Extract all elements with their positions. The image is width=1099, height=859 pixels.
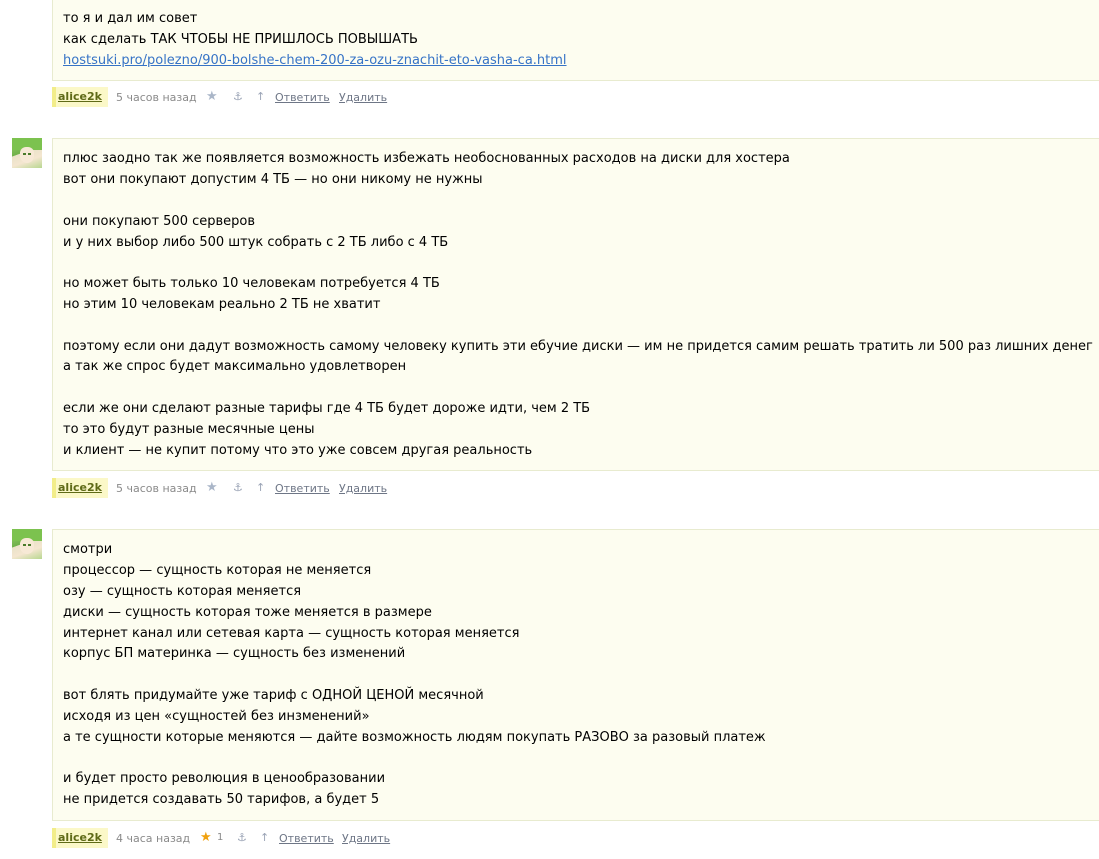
comment-line: поэтому если они дадут возможность самом…	[63, 339, 1093, 354]
arrow-up-icon[interactable]: ↑	[260, 831, 269, 844]
arrow-up-icon[interactable]: ↑	[256, 481, 265, 494]
arrow-up-icon[interactable]: ↑	[256, 90, 265, 103]
delete-button[interactable]: Удалить	[342, 832, 390, 845]
comment-line: и будет просто революция в ценообразован…	[63, 771, 386, 786]
star-icon[interactable]: ★	[206, 89, 218, 104]
comment-line: не придется создавать 50 тарифов, а буде…	[63, 792, 380, 807]
comment-line: вот блять придумайте уже тариф с ОДНОЙ Ц…	[63, 688, 484, 703]
star-count: 1	[217, 832, 224, 843]
comment-time: 4 часа назад	[116, 832, 191, 845]
comment-line: то это будут разные месячные цены	[63, 422, 315, 437]
username-link[interactable]: alice2k	[52, 87, 108, 107]
comment-line: а те сущности которые меняются — дайте в…	[63, 730, 766, 745]
comment-line: корпус БП материнка — сущность без измен…	[63, 646, 406, 661]
comment-line: смотри	[63, 542, 113, 557]
star-icon[interactable]: ★	[200, 830, 212, 845]
comment-line: hostsuki.pro/polezno/900-bolshe-chem-200…	[63, 53, 567, 68]
reply-button[interactable]: Ответить	[279, 832, 334, 845]
reply-button[interactable]: Ответить	[275, 482, 330, 495]
delete-button[interactable]: Удалить	[339, 482, 387, 495]
comment-line: вот они покупают допустим 4 ТБ — но они …	[63, 172, 483, 187]
comment-time: 5 часов назад	[116, 482, 197, 495]
anchor-icon[interactable]: ⚓	[233, 481, 243, 494]
comment-line: но может быть только 10 человекам потреб…	[63, 276, 440, 291]
comment-meta: alice2k 4 часа назад ★ 1 ⚓ ↑ Ответить Уд…	[52, 828, 652, 848]
avatar[interactable]	[12, 529, 42, 559]
star-icon[interactable]: ★	[206, 480, 218, 495]
comment-body: то я и дал им совет как сделать ТАК ЧТОБ…	[52, 0, 1099, 81]
comment-line: процессор — сущность которая не меняется	[63, 563, 372, 578]
comment-body: плюс заодно так же появляется возможност…	[52, 138, 1099, 471]
comment-line: но этим 10 человекам реально 2 ТБ не хва…	[63, 297, 381, 312]
reply-button[interactable]: Ответить	[275, 91, 330, 104]
comment-time: 5 часов назад	[116, 91, 197, 104]
avatar[interactable]	[12, 138, 42, 168]
comment-body: смотри процессор — сущность которая не м…	[52, 529, 1099, 821]
comment-meta: alice2k 5 часов назад ★ ⚓ ↑ Ответить Уда…	[52, 87, 652, 107]
username-link[interactable]: alice2k	[52, 478, 108, 498]
comment-meta: alice2k 5 часов назад ★ ⚓ ↑ Ответить Уда…	[52, 478, 652, 498]
comment-line: как сделать ТАК ЧТОБЫ НЕ ПРИШЛОСЬ ПОВЫША…	[63, 32, 418, 47]
anchor-icon[interactable]: ⚓	[233, 90, 243, 103]
comment-line: а так же спрос будет максимально удовлет…	[63, 359, 407, 374]
comment-line: и у них выбор либо 500 штук собрать с 2 …	[63, 235, 449, 250]
comment-line: интернет канал или сетевая карта — сущно…	[63, 626, 520, 641]
comment-line: то я и дал им совет	[63, 11, 198, 26]
username-link[interactable]: alice2k	[52, 828, 108, 848]
comment-line: озу — сущность которая меняется	[63, 584, 302, 599]
comment-line: диски — сущность которая тоже меняется в…	[63, 605, 432, 620]
comment-line: плюс заодно так же появляется возможност…	[63, 151, 790, 166]
delete-button[interactable]: Удалить	[339, 91, 387, 104]
comment-link[interactable]: hostsuki.pro/polezno/900-bolshe-chem-200…	[63, 53, 567, 68]
comment-line: они покупают 500 серверов	[63, 214, 256, 229]
comment-line: исходя из цен «сущностей без инзменений»	[63, 709, 370, 724]
comment-line: и клиент — не купит потому что это уже с…	[63, 443, 533, 458]
comment-line: если же они сделают разные тарифы где 4 …	[63, 401, 591, 416]
anchor-icon[interactable]: ⚓	[237, 831, 247, 844]
